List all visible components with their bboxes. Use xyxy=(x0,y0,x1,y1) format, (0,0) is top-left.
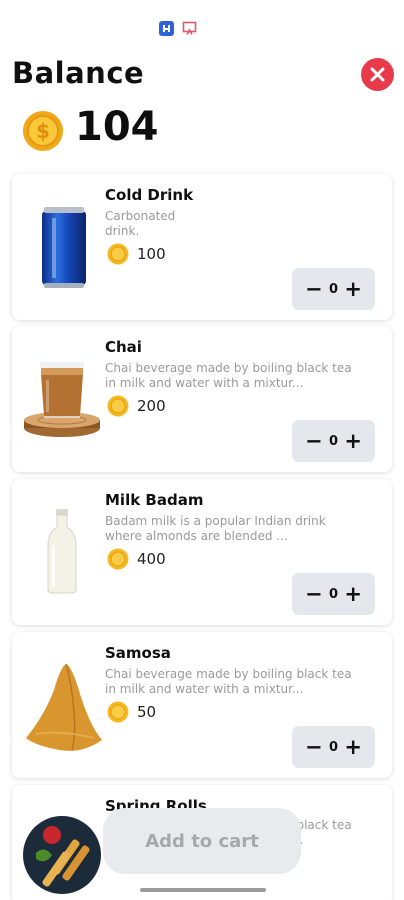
decrement-button[interactable]: − xyxy=(305,278,323,300)
quantity-stepper: − 0 + xyxy=(292,420,375,462)
decrement-button[interactable]: − xyxy=(305,736,323,758)
product-card-cold-drink: Cold Drink Carbonated drink. 100 − 0 + xyxy=(12,174,392,320)
product-price-row: 50 xyxy=(107,701,156,723)
product-name: Chai xyxy=(105,338,142,356)
product-description: Chai beverage made by boiling black tea … xyxy=(105,361,352,390)
tea-glass-image xyxy=(24,362,100,437)
product-description: Carbonated drink. xyxy=(105,209,176,238)
product-name: Milk Badam xyxy=(105,491,204,509)
quantity-value: 0 xyxy=(328,281,339,297)
samosa-image xyxy=(26,663,102,751)
balance-amount: 104 xyxy=(75,104,159,150)
product-price: 100 xyxy=(137,245,166,263)
quantity-stepper: − 0 + xyxy=(292,573,375,615)
product-price-row: 400 xyxy=(107,548,166,570)
coin-icon xyxy=(107,701,129,723)
quantity-stepper: − 0 + xyxy=(292,268,375,310)
status-bar xyxy=(0,18,404,38)
milk-bottle-image xyxy=(47,509,77,594)
coin-icon xyxy=(107,243,129,265)
product-card-milk-badam: Milk Badam Badam milk is a popular India… xyxy=(12,479,392,625)
product-price-row: 200 xyxy=(107,395,166,417)
product-price: 400 xyxy=(137,550,166,568)
quantity-value: 0 xyxy=(328,586,339,602)
coin-icon: $ xyxy=(23,111,63,151)
close-button[interactable] xyxy=(361,58,394,91)
increment-button[interactable]: + xyxy=(344,583,362,605)
decrement-button[interactable]: − xyxy=(305,583,323,605)
add-to-cart-button[interactable]: Add to cart xyxy=(103,808,301,874)
page-title: Balance xyxy=(12,56,145,90)
close-icon xyxy=(370,67,385,82)
product-description: Badam milk is a popular Indian drink whe… xyxy=(105,514,326,543)
app-notification-icon xyxy=(159,21,174,36)
product-price-row: 100 xyxy=(107,243,166,265)
product-name: Cold Drink xyxy=(105,186,194,204)
product-description: Chai beverage made by boiling black tea … xyxy=(105,667,352,696)
increment-button[interactable]: + xyxy=(344,736,362,758)
svg-text:$: $ xyxy=(36,119,50,143)
spring-rolls-image xyxy=(23,816,101,894)
product-card-chai: Chai Chai beverage made by boiling black… xyxy=(12,326,392,472)
product-price: 200 xyxy=(137,397,166,415)
product-price: 50 xyxy=(137,703,157,721)
cast-icon xyxy=(182,21,197,35)
quantity-value: 0 xyxy=(328,433,339,449)
home-indicator xyxy=(140,888,266,892)
decrement-button[interactable]: − xyxy=(305,430,323,452)
product-card-samosa: Samosa Chai beverage made by boiling bla… xyxy=(12,632,392,778)
coin-icon xyxy=(107,395,129,417)
quantity-stepper: − 0 + xyxy=(292,726,375,768)
increment-button[interactable]: + xyxy=(344,278,362,300)
coin-icon xyxy=(107,548,129,570)
increment-button[interactable]: + xyxy=(344,430,362,452)
soda-can-image xyxy=(42,207,86,288)
product-name: Samosa xyxy=(105,644,171,662)
quantity-value: 0 xyxy=(328,739,339,755)
